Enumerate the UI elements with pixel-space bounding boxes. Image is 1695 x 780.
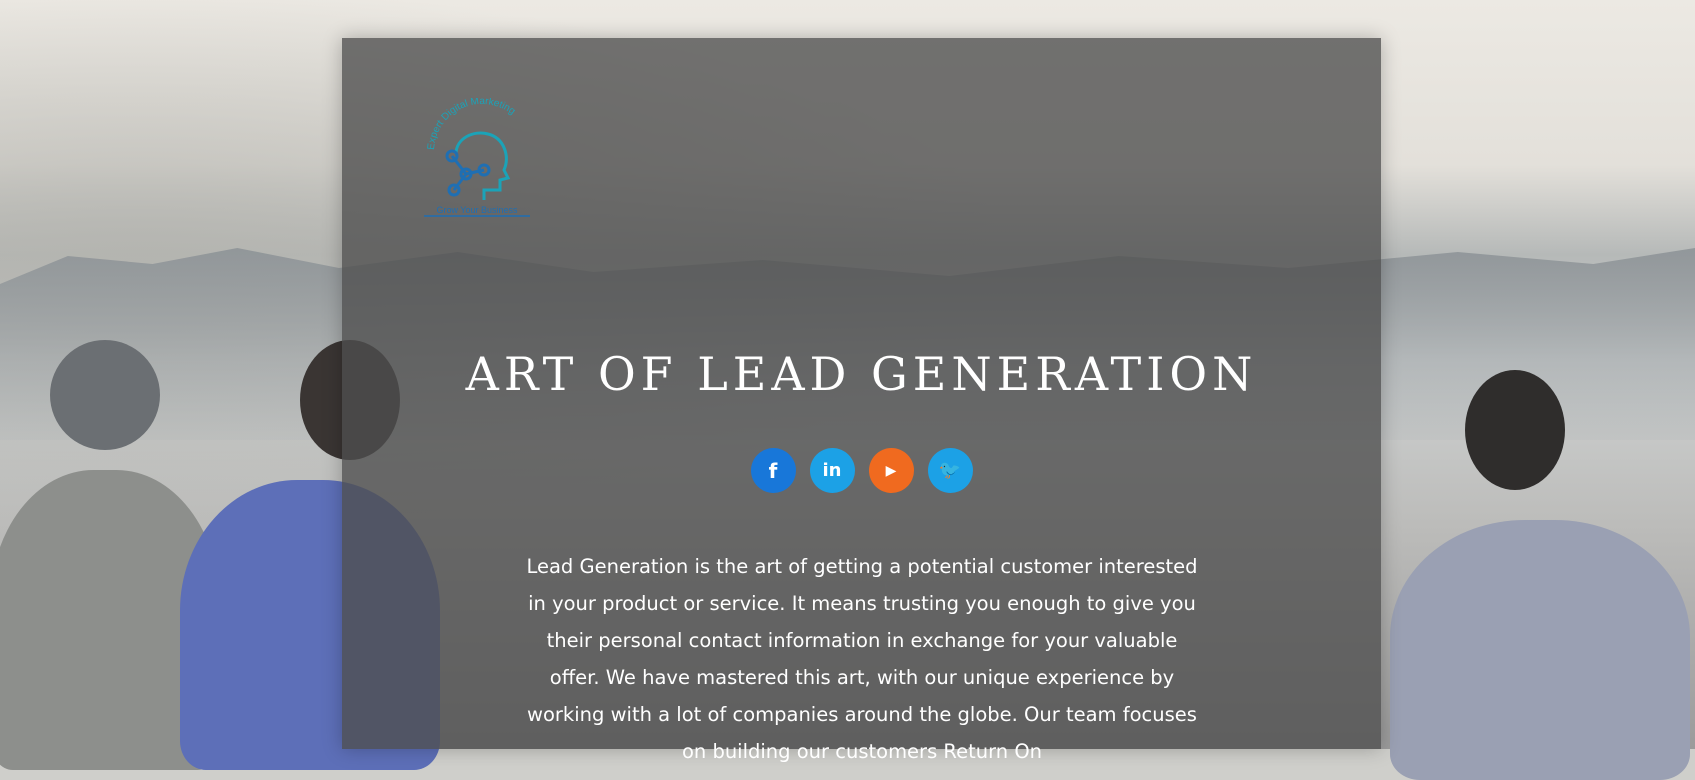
social-links: f in ▶ 🐦 — [342, 448, 1381, 493]
logo-base-text: Grow Your Business — [436, 205, 518, 215]
youtube-icon[interactable]: ▶ — [868, 448, 914, 493]
hero-description: Lead Generation is the art of getting a … — [526, 554, 1198, 763]
company-logo[interactable]: Expert Digital Marketing Grow Your Busin… — [412, 98, 542, 218]
facebook-icon[interactable]: f — [750, 448, 796, 493]
linkedin-icon[interactable]: in — [809, 448, 855, 493]
svg-text:Expert Digital Marketing: Expert Digital Marketing — [426, 98, 517, 150]
hero-panel: Expert Digital Marketing Grow Your Busin… — [342, 38, 1381, 763]
page-title: ART OF LEAD GENERATION — [465, 346, 1258, 401]
background-person-head — [50, 340, 160, 450]
background-person-head — [1465, 370, 1565, 490]
background-person — [1390, 520, 1690, 780]
logo-arc-text: Expert Digital Marketing — [426, 98, 517, 150]
twitter-icon[interactable]: 🐦 — [927, 448, 973, 493]
